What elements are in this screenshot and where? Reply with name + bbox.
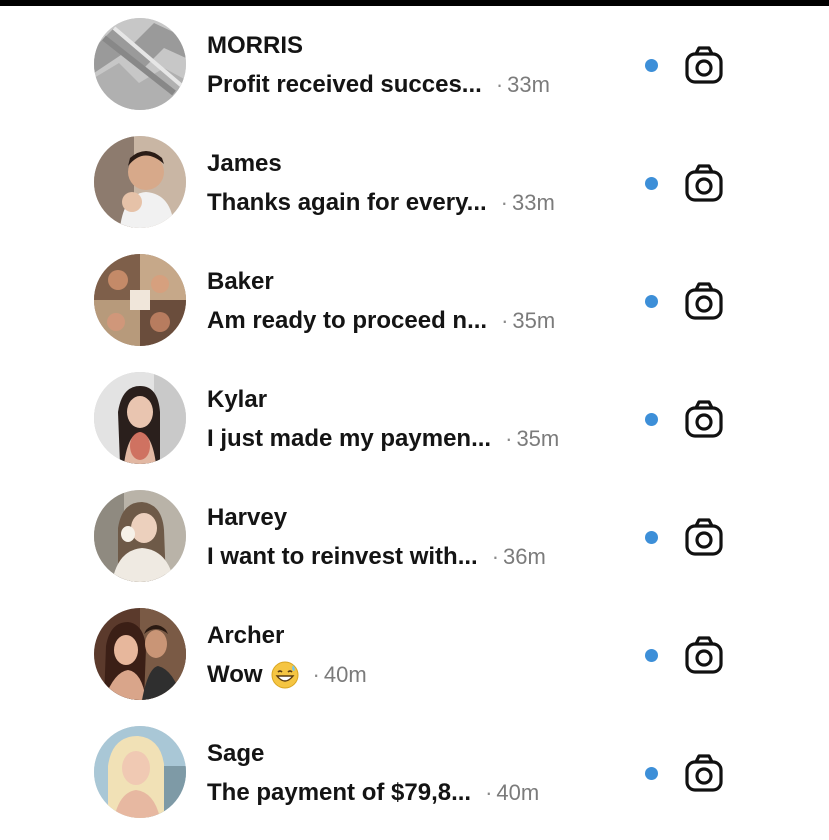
camera-icon[interactable] — [684, 399, 724, 439]
message-preview: The payment of $79,8... — [207, 779, 472, 806]
unread-dot — [645, 295, 658, 308]
avatar-image — [94, 18, 186, 110]
message-preview-line: The payment of $79,8... · 40m — [207, 776, 539, 810]
conversation-row-sage[interactable]: Sage The payment of $79,8... · 40m — [0, 714, 829, 832]
message-preview: Thanks again for every... — [207, 189, 487, 216]
message-preview-line: I just made my paymen... · 35m — [207, 422, 559, 456]
avatar-image — [94, 490, 186, 582]
camera-icon[interactable] — [684, 517, 724, 557]
message-preview: Profit received succes... — [207, 71, 482, 98]
message-preview: Am ready to proceed n... — [207, 307, 488, 334]
grinning-sweat-emoji — [271, 661, 299, 689]
camera-icon[interactable] — [684, 753, 724, 793]
contact-name: Kylar — [207, 386, 268, 413]
conversation-row-archer[interactable]: Archer Wow · 40m — [0, 596, 829, 714]
conversation-row-baker[interactable]: Baker Am ready to proceed n... · 35m — [0, 242, 829, 360]
message-preview: I just made my paymen... — [207, 425, 492, 452]
separator: · — [495, 72, 504, 97]
conversation-row-morris[interactable]: MORRIS Profit received succes... · 33m — [0, 6, 829, 124]
message-preview: Wow — [207, 661, 263, 688]
unread-dot — [645, 177, 658, 190]
separator: · — [485, 780, 493, 805]
contact-name: Sage — [207, 740, 265, 767]
conversation-list: MORRIS Profit received succes... · 33m J… — [0, 0, 829, 840]
avatar-image — [94, 726, 186, 818]
separator: · — [505, 426, 513, 451]
avatar-image — [94, 372, 186, 464]
unread-dot — [645, 649, 658, 662]
separator: · — [312, 662, 320, 687]
timestamp: 40m — [496, 780, 540, 805]
message-preview-line: Thanks again for every... · 33m — [207, 186, 555, 220]
contact-name: Harvey — [207, 504, 288, 531]
avatar[interactable] — [94, 136, 186, 228]
avatar[interactable] — [94, 608, 186, 700]
contact-name: Baker — [207, 268, 274, 295]
separator: · — [501, 308, 509, 333]
message-preview: I want to reinvest with... — [207, 543, 478, 570]
message-preview-line: Wow · 40m — [207, 658, 367, 692]
avatar-image — [94, 608, 186, 700]
unread-dot — [645, 531, 658, 544]
avatar[interactable] — [94, 254, 186, 346]
camera-icon[interactable] — [684, 45, 724, 85]
avatar[interactable] — [94, 726, 186, 818]
avatar-image — [94, 136, 186, 228]
avatar[interactable] — [94, 372, 186, 464]
timestamp: 33m — [511, 190, 555, 215]
avatar-image — [94, 254, 186, 346]
timestamp: 35m — [512, 308, 556, 333]
avatar[interactable] — [94, 18, 186, 110]
conversation-row-kylar[interactable]: Kylar I just made my paymen... · 35m — [0, 360, 829, 478]
message-preview-line: I want to reinvest with... · 36m — [207, 540, 546, 574]
contact-name: James — [207, 150, 282, 177]
contact-name: MORRIS — [207, 32, 303, 59]
avatar[interactable] — [94, 490, 186, 582]
separator: · — [491, 544, 500, 569]
camera-icon[interactable] — [684, 281, 724, 321]
conversation-row-james[interactable]: James Thanks again for every... · 33m — [0, 124, 829, 242]
message-preview-line: Profit received succes... · 33m — [207, 68, 550, 102]
message-preview-line: Am ready to proceed n... · 35m — [207, 304, 555, 338]
timestamp: 33m — [507, 72, 550, 97]
timestamp: 35m — [516, 426, 560, 451]
unread-dot — [645, 413, 658, 426]
conversation-row-harvey[interactable]: Harvey I want to reinvest with... · 36m — [0, 478, 829, 596]
contact-name: Archer — [207, 622, 285, 649]
camera-icon[interactable] — [684, 163, 724, 203]
camera-icon[interactable] — [684, 635, 724, 675]
timestamp: 40m — [323, 662, 367, 687]
separator: · — [500, 190, 508, 215]
unread-dot — [645, 59, 658, 72]
unread-dot — [645, 767, 658, 780]
timestamp: 36m — [503, 544, 546, 569]
